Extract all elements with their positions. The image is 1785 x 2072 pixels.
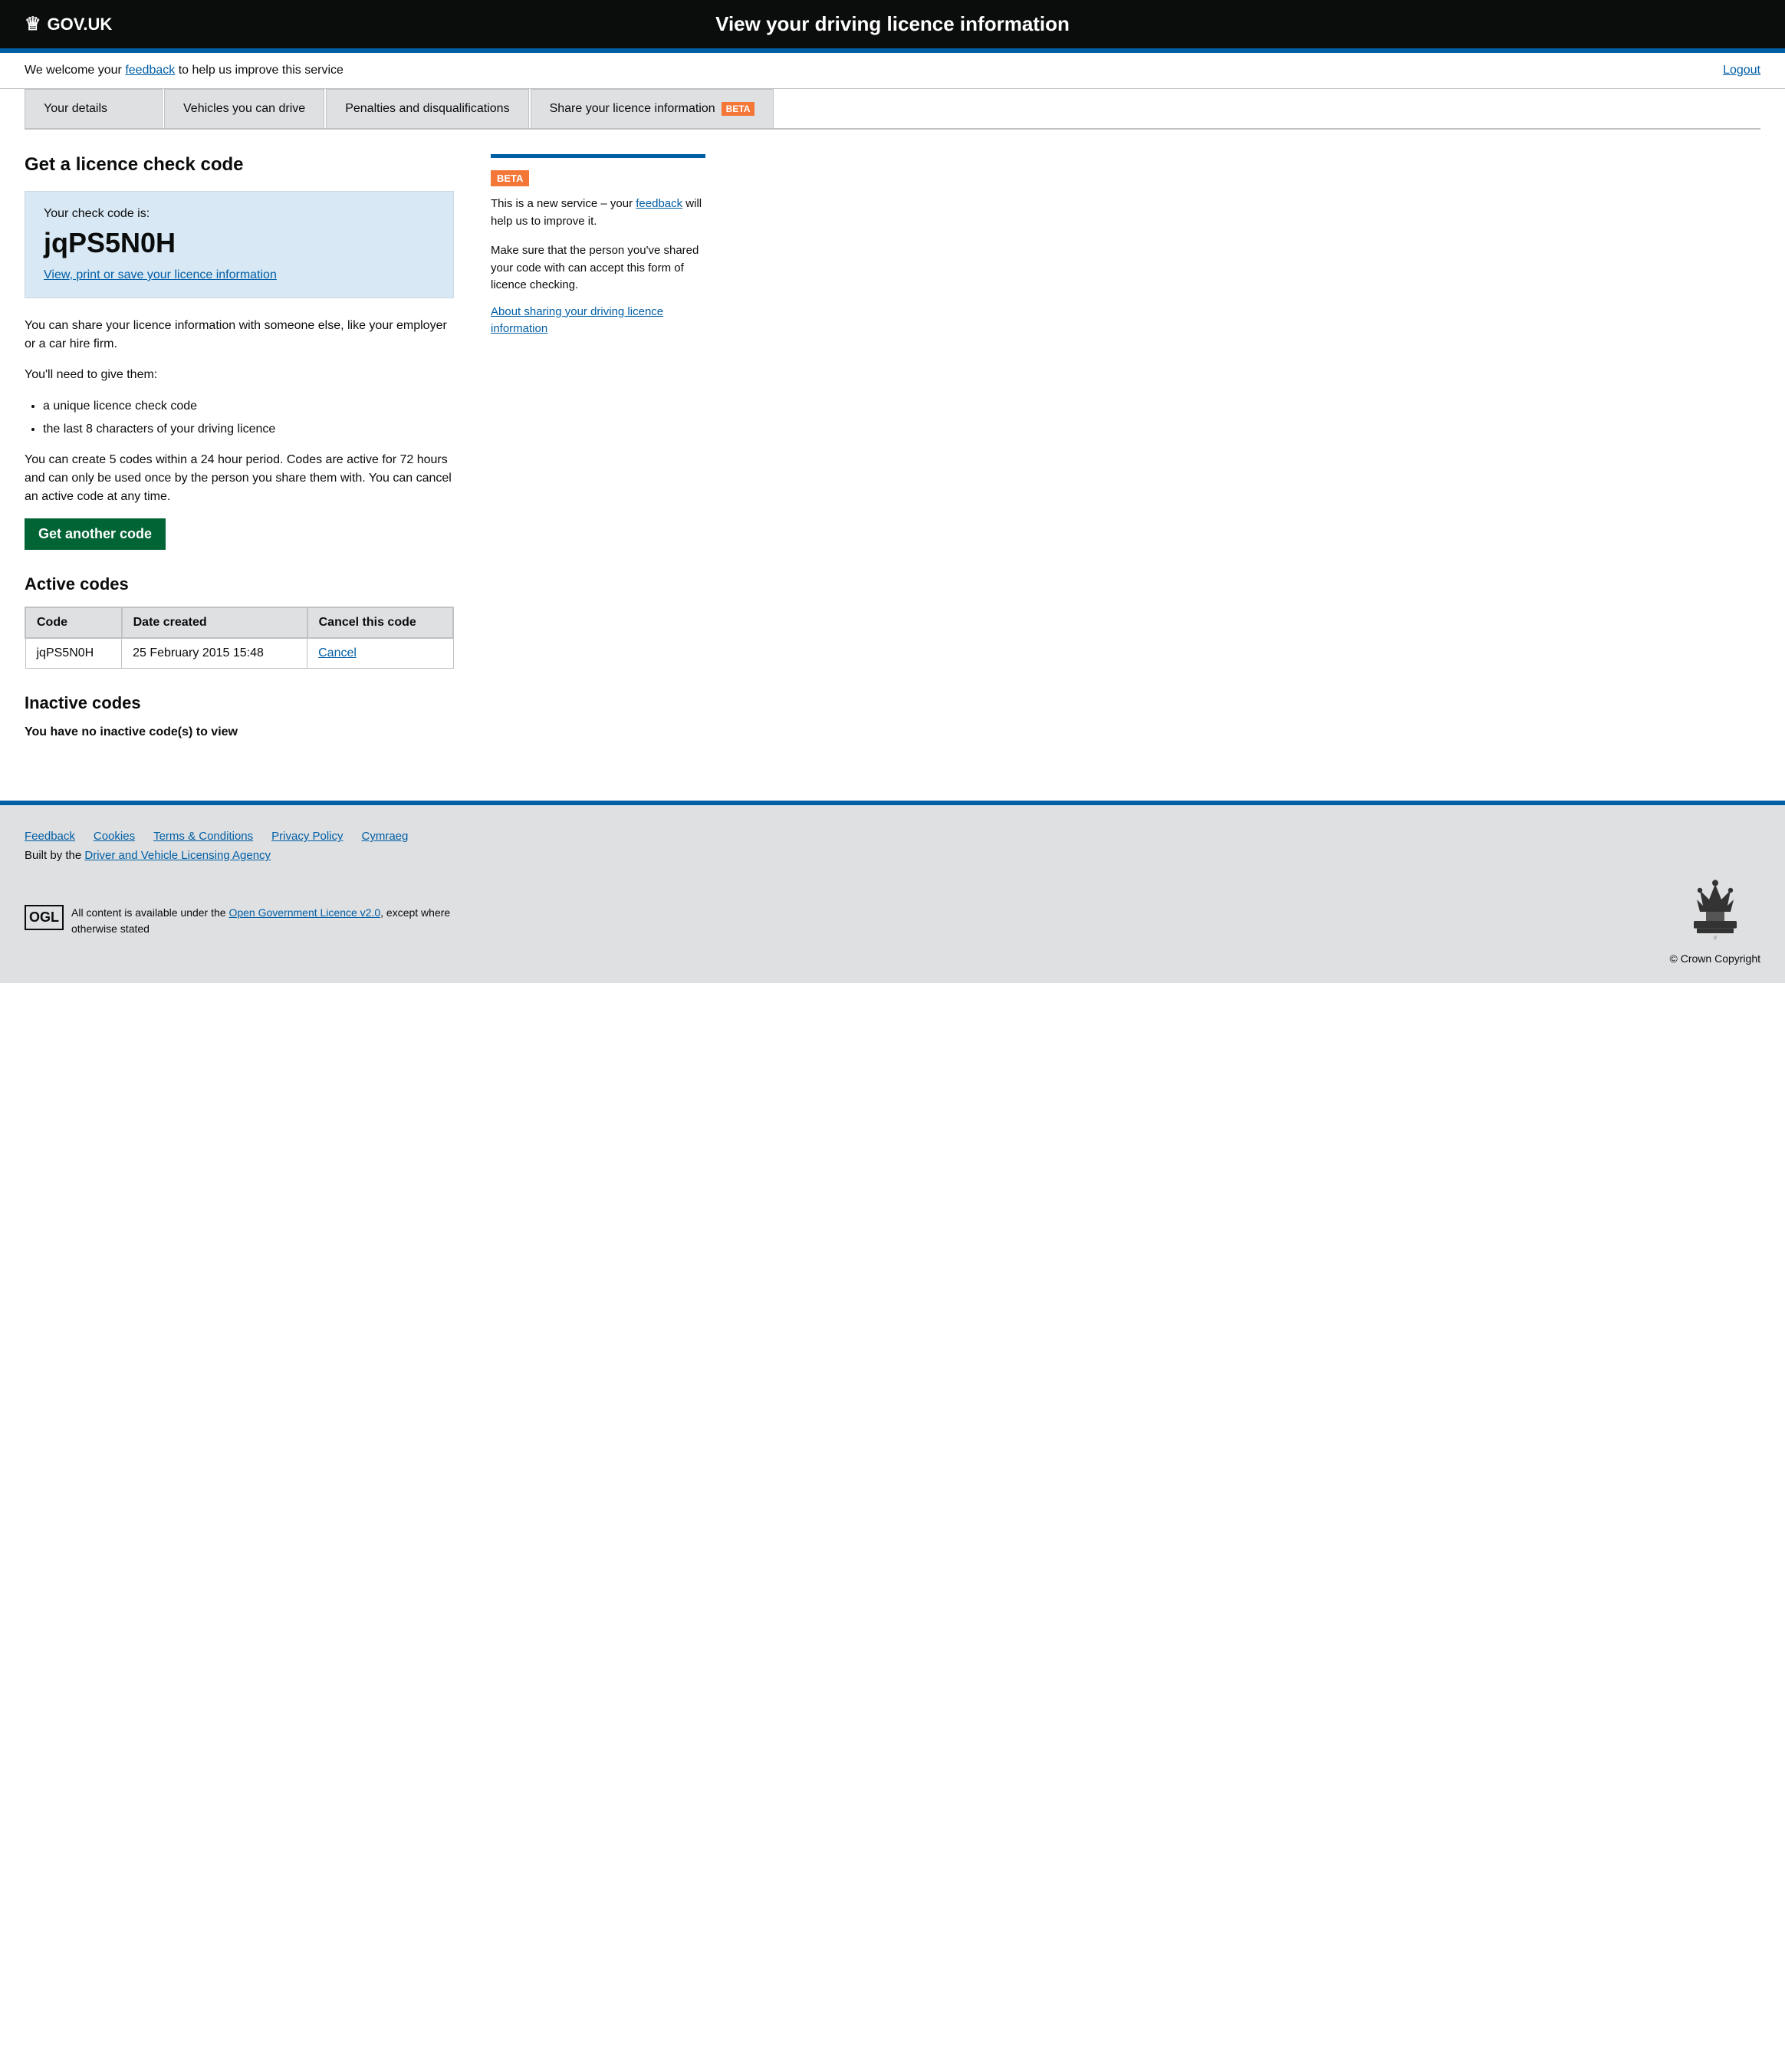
sidebar-warning-text: Make sure that the person you've shared … [491, 242, 705, 294]
footer-crown: ♕ © Crown Copyright [1670, 877, 1760, 965]
sidebar-beta-text: This is a new service – your feedback wi… [491, 196, 705, 230]
beta-badge-tab: BETA [722, 102, 755, 116]
nav-tabs: Your details Vehicles you can drive Pena… [25, 89, 1760, 130]
list-item: the last 8 characters of your driving li… [43, 419, 454, 439]
logout-link[interactable]: Logout [1723, 64, 1760, 77]
tab-share-licence[interactable]: Share your licence information BETA [531, 89, 774, 128]
col-header-date: Date created [122, 607, 307, 638]
page-title: View your driving licence information [715, 12, 1070, 36]
footer-link-cymraeg[interactable]: Cymraeg [362, 830, 409, 843]
sidebar: BETA This is a new service – your feedba… [491, 154, 705, 770]
footer-link-terms[interactable]: Terms & Conditions [153, 830, 253, 843]
footer-ogl: OGL All content is available under the O… [25, 905, 485, 937]
active-codes-heading: Active codes [25, 574, 454, 594]
check-code-value: jqPS5N0H [44, 227, 435, 259]
dvla-link[interactable]: Driver and Vehicle Licensing Agency [84, 849, 271, 862]
requirements-list: a unique licence check code the last 8 c… [43, 396, 454, 439]
footer-built-by: Built by the Driver and Vehicle Licensin… [25, 849, 1760, 862]
tab-penalties[interactable]: Penalties and disqualifications [326, 89, 528, 128]
list-item: a unique licence check code [43, 396, 454, 416]
svg-text:♕: ♕ [1713, 936, 1718, 941]
welcome-bar: We welcome your feedback to help us impr… [0, 53, 1785, 89]
footer-bottom: OGL All content is available under the O… [25, 877, 1760, 965]
footer-links: Feedback Cookies Terms & Conditions Priv… [25, 830, 1760, 843]
col-header-code: Code [25, 607, 122, 638]
get-another-code-button[interactable]: Get another code [25, 518, 166, 550]
page-heading: Get a licence check code [25, 154, 454, 176]
sidebar-beta-badge: BETA [491, 170, 529, 186]
welcome-text: We welcome your feedback to help us impr… [25, 64, 344, 77]
tab-vehicles[interactable]: Vehicles you can drive [164, 89, 324, 128]
ogl-link[interactable]: Open Government Licence v2.0 [228, 906, 380, 919]
sidebar-feedback-link[interactable]: feedback [636, 197, 682, 210]
ogl-logo: OGL [25, 905, 64, 930]
view-print-save-link[interactable]: View, print or save your licence informa… [44, 268, 277, 281]
tab-your-details[interactable]: Your details [25, 89, 163, 128]
date-cell: 25 February 2015 15:48 [122, 638, 307, 669]
footer-link-cookies[interactable]: Cookies [94, 830, 135, 843]
check-code-link[interactable]: View, print or save your licence informa… [44, 268, 435, 282]
col-header-cancel: Cancel this code [307, 607, 453, 638]
body-text-2: You'll need to give them: [25, 366, 454, 384]
body-text-1: You can share your licence information w… [25, 317, 454, 354]
code-cell: jqPS5N0H [25, 638, 122, 669]
crown-icon: ♕ [25, 13, 41, 35]
codes-info-text: You can create 5 codes within a 24 hour … [25, 451, 454, 506]
main-content: Get a licence check code Your check code… [25, 154, 454, 770]
crown-emblem-icon: ♕ [1685, 877, 1746, 946]
active-codes-table: Code Date created Cancel this code jqPS5… [25, 607, 454, 669]
footer-copyright: © Crown Copyright [1670, 952, 1760, 965]
gov-logo-text: GOV.UK [48, 15, 113, 35]
cancel-link[interactable]: Cancel [318, 646, 357, 659]
no-inactive-text: You have no inactive code(s) to view [25, 725, 454, 739]
footer-link-privacy[interactable]: Privacy Policy [271, 830, 343, 843]
check-code-box: Your check code is: jqPS5N0H View, print… [25, 191, 454, 298]
check-code-label: Your check code is: [44, 207, 435, 221]
feedback-link[interactable]: feedback [125, 64, 175, 77]
sidebar-blue-bar [491, 154, 705, 158]
footer-link-feedback[interactable]: Feedback [25, 830, 75, 843]
main-container: Get a licence check code Your check code… [0, 130, 767, 770]
inactive-codes-heading: Inactive codes [25, 693, 454, 713]
cancel-cell[interactable]: Cancel [307, 638, 453, 669]
table-header-row: Code Date created Cancel this code [25, 607, 453, 638]
site-header: ♕ GOV.UK View your driving licence infor… [0, 0, 1785, 53]
footer: Feedback Cookies Terms & Conditions Priv… [0, 805, 1785, 983]
table-row: jqPS5N0H 25 February 2015 15:48 Cancel [25, 638, 453, 669]
gov-logo: ♕ GOV.UK [25, 13, 112, 35]
sidebar-about-link[interactable]: About sharing your driving licence infor… [491, 304, 705, 338]
